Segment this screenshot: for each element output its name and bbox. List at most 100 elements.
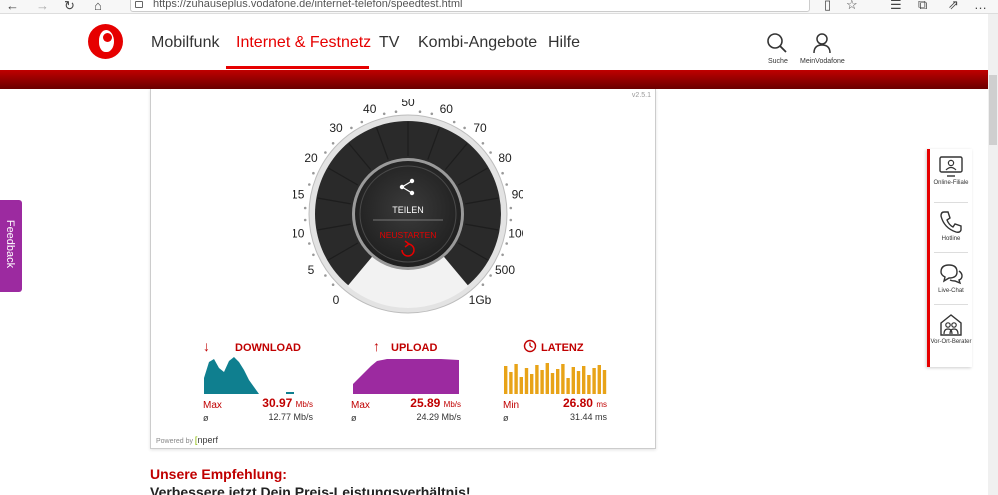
service-online-store-label: Online-Filiale <box>933 180 969 186</box>
home-icon[interactable]: ⌂ <box>94 0 102 13</box>
latency-avg-symbol: ø <box>503 413 509 423</box>
upload-title: UPLOAD <box>391 342 438 354</box>
gauge-scale-label: 20 <box>304 151 318 165</box>
gauge-tick-dot <box>312 253 315 257</box>
download-arrow-icon: ↓ <box>203 338 210 354</box>
gauge-tick-dot <box>489 151 492 154</box>
gauge-tick-dot <box>509 218 513 222</box>
gauge-tick-dot <box>308 183 311 186</box>
gauge-tick-dot <box>505 183 508 186</box>
speedtest-widget: v2.5.1 TEILEN NEUSTARTEN 0 5 10 15 20 30… <box>150 89 656 449</box>
nav-tv[interactable]: TV <box>379 34 399 52</box>
service-online-store[interactable]: Online-Filiale <box>930 155 972 187</box>
chat-icon <box>940 264 963 285</box>
upload-arrow-icon: ↑ <box>373 338 380 354</box>
latency-bar <box>504 366 508 394</box>
feedback-label: Feedback <box>4 219 16 269</box>
gauge-scale-label: 30 <box>329 121 343 135</box>
latency-bar <box>514 364 518 394</box>
gauge-tick-dot <box>463 126 466 130</box>
account-label[interactable]: MeinVodafone <box>800 58 845 65</box>
gauge-tick-dot <box>501 171 504 175</box>
latency-clock-icon <box>523 339 537 353</box>
gauge-scale-label: 5 <box>308 263 315 277</box>
latency-bar <box>524 368 529 394</box>
download-graph <box>204 357 294 394</box>
gauge-tick-dot <box>481 142 485 145</box>
latency-bar <box>576 371 581 394</box>
latency-avg-value: 31.44 ms <box>569 412 607 422</box>
gauge-tick-dot <box>501 253 504 257</box>
gauge-scale-label: 50 <box>401 99 415 109</box>
download-title: DOWNLOAD <box>235 342 301 354</box>
gauge-tick-dot <box>303 218 307 222</box>
gauge-tick-dot <box>509 206 513 210</box>
service-local-advisor[interactable]: Vor-Ort-Berater <box>930 312 972 346</box>
latency-bar <box>602 370 607 394</box>
vodafone-logo[interactable] <box>88 24 123 59</box>
gauge-scale-label: 500 <box>495 263 515 277</box>
service-hotline[interactable]: Hotline <box>930 209 972 243</box>
latency-bar <box>530 374 534 394</box>
gauge-tick-dot <box>308 242 311 245</box>
latency-bar <box>587 375 591 394</box>
favorites-list-icon[interactable]: ☰ <box>890 0 902 13</box>
powered-by-label: Powered by <box>156 438 193 445</box>
browser-toolbar: ← → ↻ ⌂ https://zuhauseplus.vodafone.de/… <box>0 0 998 14</box>
latency-bar <box>561 364 565 394</box>
search-label[interactable]: Suche <box>768 58 788 65</box>
download-graph-area <box>204 357 294 394</box>
account-icon[interactable] <box>811 32 833 54</box>
restart-button[interactable]: NEUSTARTEN <box>380 230 437 240</box>
scrollbar-thumb[interactable] <box>989 75 997 145</box>
gauge-tick-dot <box>303 206 307 210</box>
nav-hilfe[interactable]: Hilfe <box>548 34 580 52</box>
gauge-tick-dot <box>481 283 485 286</box>
nav-internet-festnetz[interactable]: Internet & Festnetz <box>236 34 371 52</box>
latency-bar <box>545 363 549 394</box>
feedback-tab[interactable]: Feedback <box>0 200 22 292</box>
gauge-scale-label: 100 <box>508 226 523 240</box>
online-store-icon <box>939 156 963 177</box>
download-max-value: 30.97 Mb/s <box>262 396 313 410</box>
address-bar[interactable]: https://zuhauseplus.vodafone.de/internet… <box>130 0 810 12</box>
latency-graph-bars <box>504 363 607 394</box>
latency-bar <box>597 365 601 394</box>
recommendation-subtitle: Verbessere jetzt Dein Preis-Leistungsver… <box>150 484 471 495</box>
recommendation-title: Unsere Empfehlung: <box>150 466 287 482</box>
gauge-tick-dot <box>430 112 434 116</box>
search-icon[interactable] <box>766 32 788 54</box>
nav-kombi-angebote[interactable]: Kombi-Angebote <box>418 34 537 52</box>
collections-icon[interactable]: ⧉ <box>918 0 927 13</box>
share-icon[interactable]: ⇗ <box>948 0 959 13</box>
download-avg-value: 12.77 Mb/s <box>268 412 313 422</box>
latency-bar <box>582 366 586 394</box>
powered-by[interactable]: Powered by [nperf <box>156 435 218 445</box>
gauge-tick-dot <box>360 120 364 124</box>
nperf-logo: [nperf <box>194 435 218 445</box>
latency-title: LATENZ <box>541 342 584 354</box>
reader-mode-icon[interactable]: ▯ <box>824 0 831 13</box>
service-hotline-label: Hotline <box>941 236 961 242</box>
forward-icon[interactable]: → <box>36 0 49 13</box>
gauge-scale-label: 70 <box>473 121 487 135</box>
more-icon[interactable]: … <box>974 0 987 12</box>
gauge-scale-label: 40 <box>363 102 377 116</box>
latency-bar <box>540 370 544 394</box>
gauge-tick-dot <box>331 142 335 145</box>
upload-graph <box>353 359 459 394</box>
share-button[interactable]: TEILEN <box>392 205 424 215</box>
reload-icon[interactable]: ↻ <box>64 0 75 14</box>
local-advisor-icon <box>940 314 962 336</box>
latency-bar <box>592 368 596 394</box>
favorite-star-icon[interactable]: ☆ <box>846 0 858 13</box>
gauge-tick-dot <box>489 274 492 277</box>
download-max-label: Max <box>203 400 222 411</box>
back-icon[interactable]: ← <box>6 0 19 13</box>
service-live-chat[interactable]: Live-Chat <box>930 261 972 295</box>
phone-icon <box>940 211 962 233</box>
gauge-tick-dot <box>312 171 315 175</box>
nav-mobilfunk[interactable]: Mobilfunk <box>151 34 219 52</box>
latency-bar <box>566 378 570 394</box>
active-nav-indicator <box>226 66 369 69</box>
